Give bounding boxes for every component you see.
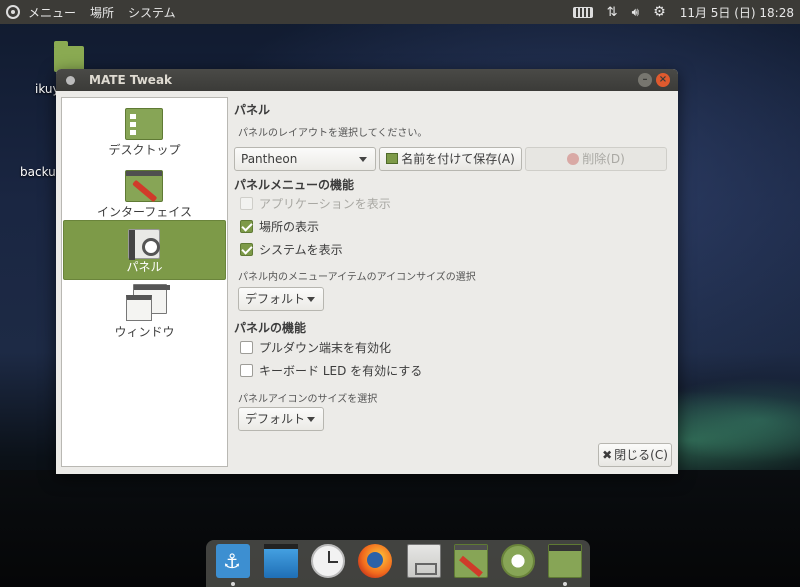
sidebar-item-interface[interactable]: インターフェイス — [63, 164, 226, 224]
software-updater-icon[interactable] — [501, 544, 535, 578]
checkbox-unchecked[interactable] — [240, 197, 253, 210]
close-label: 閉じる(C) — [614, 448, 668, 462]
window-menu-icon[interactable] — [66, 75, 75, 85]
interface-icon — [125, 170, 163, 202]
section-title-menu: パネルメニューの機能 — [234, 178, 355, 192]
window-icon — [126, 284, 170, 321]
mate-tweak-window: MATE Tweak – × デスクトップ インターフェイス パネル ウィンドウ… — [56, 69, 678, 474]
close-icon: ✖ — [602, 448, 613, 462]
sidebar-item-label: パネル — [126, 260, 163, 274]
running-indicator — [231, 582, 235, 586]
file-cabinet-icon[interactable] — [407, 544, 441, 578]
indicator-area: ⇅ 🔊︎ ⚙ 11月 5日 (日) 18:28 — [572, 0, 794, 24]
checkbox-label: キーボード LED を有効にする — [259, 364, 423, 378]
checkbox-unchecked[interactable] — [240, 341, 253, 354]
sidebar-item-label: ウィンドウ — [114, 325, 175, 339]
layout-hint: パネルのレイアウトを選択してください。 — [238, 128, 428, 139]
checkbox-label: 場所の表示 — [259, 220, 320, 234]
window-title: MATE Tweak — [89, 73, 173, 87]
anchor-icon[interactable] — [216, 544, 250, 578]
show-places-checkbox[interactable]: 場所の表示 — [240, 218, 319, 235]
pulldown-terminal-checkbox[interactable]: プルダウン端末を有効化 — [240, 339, 391, 356]
keyboard-led-checkbox[interactable]: キーボード LED を有効にする — [240, 362, 422, 379]
close-button[interactable]: ✖ 閉じる(C) — [598, 443, 672, 467]
save-icon — [386, 153, 399, 164]
volume-icon[interactable]: 🔊︎ — [632, 5, 640, 20]
save-as-label: 名前を付けて保存(A) — [401, 152, 515, 166]
checkbox-label: システムを表示 — [259, 243, 343, 257]
menu-icon-size-combo[interactable]: デフォルト — [238, 287, 324, 311]
network-icon[interactable]: ⇅ — [607, 5, 618, 20]
layout-combo-value: Pantheon — [241, 152, 298, 166]
menu-icon-size-label: パネル内のメニューアイテムのアイコンサイズの選択 — [238, 272, 476, 283]
sidebar-item-desktop[interactable]: デスクトップ — [63, 102, 226, 162]
desktop-window-icon[interactable] — [264, 544, 298, 578]
panel-icon — [128, 229, 160, 260]
show-apps-checkbox[interactable]: アプリケーションを表示 — [240, 195, 391, 212]
panel-icon-size-label: パネルアイコンのサイズを選択 — [238, 394, 378, 405]
panel-icon-size-combo[interactable]: デフォルト — [238, 407, 324, 431]
minimize-button[interactable]: – — [638, 73, 652, 87]
delete-button[interactable]: 削除(D) — [525, 147, 667, 171]
checkbox-unchecked[interactable] — [240, 364, 253, 377]
checkbox-label: プルダウン端末を有効化 — [259, 341, 392, 355]
section-title-features: パネルの機能 — [234, 321, 307, 335]
checkbox-label: アプリケーションを表示 — [259, 197, 391, 211]
chevron-down-icon — [359, 157, 367, 162]
title-bar[interactable]: MATE Tweak – × — [56, 69, 678, 91]
menu-system[interactable]: システム — [128, 4, 176, 21]
close-icon[interactable]: × — [656, 73, 670, 87]
gear-icon[interactable]: ⚙ — [653, 4, 666, 20]
delete-icon — [567, 153, 580, 165]
clock[interactable]: 11月 5日 (日) 18:28 — [680, 4, 794, 21]
desktop-icon — [125, 108, 163, 140]
running-indicator — [563, 582, 567, 586]
panel-app-icon[interactable] — [548, 544, 582, 578]
menu-applications[interactable]: メニュー — [28, 4, 76, 21]
chevron-down-icon — [307, 417, 315, 422]
menu-places[interactable]: 場所 — [90, 4, 114, 21]
delete-label: 削除(D) — [582, 152, 625, 166]
checkbox-checked[interactable] — [240, 220, 253, 233]
sidebar-item-label: デスクトップ — [108, 143, 181, 157]
checkbox-checked[interactable] — [240, 243, 253, 256]
sidebar-item-panel[interactable]: パネル — [63, 220, 226, 280]
ubuntu-logo-icon[interactable] — [6, 5, 20, 19]
show-system-checkbox[interactable]: システムを表示 — [240, 241, 343, 258]
mate-tweak-icon[interactable] — [454, 544, 488, 578]
layout-combo[interactable]: Pantheon — [234, 147, 376, 171]
clock-icon[interactable] — [311, 544, 345, 578]
sidebar-item-window[interactable]: ウィンドウ — [63, 284, 226, 344]
chevron-down-icon — [307, 297, 315, 302]
sidebar-item-label: インターフェイス — [97, 205, 192, 219]
menu-icon-size-value: デフォルト — [245, 292, 306, 306]
panel-icon-size-value: デフォルト — [245, 412, 306, 426]
top-panel: メニュー 場所 システム ⇅ 🔊︎ ⚙ 11月 5日 (日) 18:28 — [0, 0, 800, 24]
sidebar: デスクトップ インターフェイス パネル ウィンドウ — [61, 97, 228, 467]
save-as-button[interactable]: 名前を付けて保存(A) — [379, 147, 522, 171]
keyboard-icon[interactable] — [572, 6, 593, 18]
section-title-panel: パネル — [234, 103, 271, 117]
firefox-icon[interactable] — [358, 544, 392, 578]
